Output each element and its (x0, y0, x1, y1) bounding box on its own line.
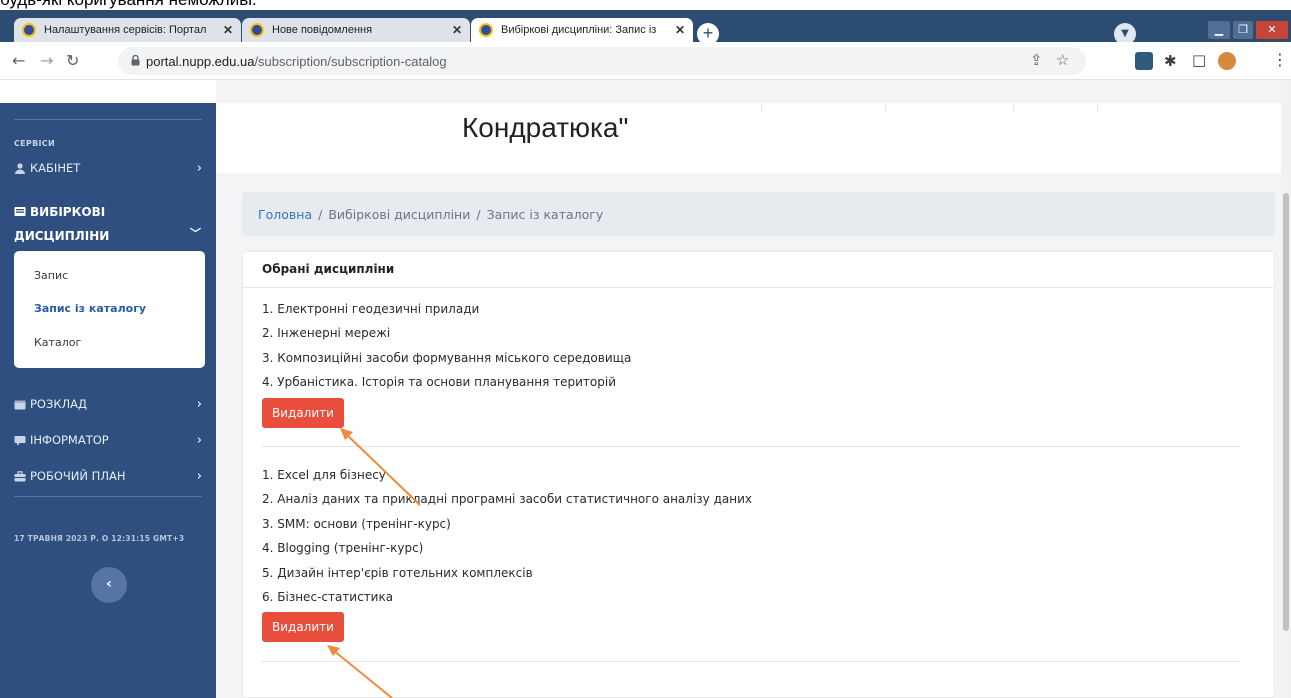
sidebar-divider (14, 496, 202, 497)
header-divider (1013, 103, 1014, 111)
card-title: Обрані дисципліни (243, 252, 1274, 288)
maximize-window-icon[interactable]: ❐ (1232, 20, 1254, 40)
main-content: Кондратюка" Головна / Вибіркові дисциплі… (216, 80, 1281, 698)
discipline-list-item: 3. Композиційні засоби формування місько… (262, 350, 632, 365)
overlay-caption-strip: будь-які коригування неможливі. (0, 0, 1291, 10)
book-icon (14, 207, 26, 216)
sidebar-submenu: Запис Запис із каталогу Каталог (14, 251, 205, 368)
tab-title: Нове повідомлення (272, 24, 373, 36)
chevron-down-icon: ﹀ (190, 227, 201, 240)
page-title: Кондратюка" (462, 112, 629, 143)
share-icon[interactable]: ⇪ (1030, 51, 1043, 69)
bookmark-star-icon[interactable]: ☆ (1056, 51, 1069, 69)
chevron-right-icon: › (196, 397, 202, 412)
sidebar-divider (14, 119, 202, 120)
browser-tab-2[interactable]: Нове повідомлення ✕ (242, 18, 470, 42)
browser-menu-icon[interactable]: ⋮ (1272, 50, 1288, 69)
breadcrumb-separator: / (476, 206, 481, 222)
calendar-icon (14, 400, 26, 409)
side-panel-icon[interactable]: □ (1192, 51, 1206, 69)
close-window-icon[interactable]: ✕ (1255, 20, 1289, 40)
breadcrumb: Головна / Вибіркові дисципліни / Запис і… (242, 192, 1275, 236)
tab-title: Вибіркові дисципліни: Запис із (501, 24, 657, 36)
chevron-right-icon: › (196, 433, 202, 448)
scrollbar-thumb[interactable] (1283, 193, 1289, 631)
discipline-list-item: 6. Бізнес-статистика (262, 590, 394, 605)
discipline-list-item: 2. Аналіз даних та прикладні програмні з… (262, 492, 752, 507)
chevron-right-icon: › (196, 469, 202, 484)
url-host: portal.nupp.edu.ua (146, 53, 255, 69)
group-divider (262, 446, 1240, 447)
reload-icon[interactable]: ↻ (66, 51, 79, 70)
tab-title: Налаштування сервісів: Портал (44, 24, 207, 36)
sidebar-item-informer[interactable]: ІНФОРМАТОР › (14, 433, 204, 448)
chat-icon (14, 435, 26, 445)
header-divider (1097, 103, 1098, 111)
sidebar-item-label: ІНФОРМАТОР (30, 433, 109, 447)
user-icon (15, 162, 25, 174)
briefcase-icon (14, 470, 26, 481)
sidebar-item-work-plan[interactable]: РОБОЧИЙ ПЛАН › (14, 469, 204, 484)
current-datetime: 17 ТРАВНЯ 2023 Р. О 12:31:15 GMT+3 (14, 534, 185, 543)
site-favicon-icon (250, 23, 264, 37)
breadcrumb-separator: / (318, 206, 323, 222)
group-divider (262, 661, 1240, 662)
discipline-list-item: 1. Excel для бізнесу (262, 468, 386, 482)
delete-group-1-button[interactable]: Видалити (262, 397, 344, 428)
header-divider (761, 103, 762, 111)
extensions-puzzle-icon[interactable]: ✱ (1164, 52, 1177, 70)
discipline-group-2: 1. Excel для бізнесу 2. Аналіз даних та … (262, 463, 1240, 643)
sidebar: СЕРВІСИ КАБІНЕТ › ВИБІРКОВІ ДИСЦИПЛІНИ ﹀… (0, 103, 216, 698)
sidebar-section-heading: СЕРВІСИ (14, 139, 55, 148)
breadcrumb-item: Вибіркові дисципліни (328, 206, 471, 222)
selected-disciplines-card: Обрані дисципліни 1. Електронні геодезич… (242, 251, 1275, 698)
extension-icon[interactable] (1135, 52, 1153, 70)
breadcrumb-current: Запис із каталогу (486, 206, 604, 222)
browser-tab-3-active[interactable]: Вибіркові дисципліни: Запис із ✕ (471, 18, 693, 42)
sidebar-item-label: ВИБІРКОВІ (30, 205, 106, 219)
sidebar-item-label: РОБОЧИЙ ПЛАН (30, 469, 126, 483)
discipline-list-item: 2. Інженерні мережі (262, 326, 391, 341)
submenu-item-catalog[interactable]: Каталог (34, 336, 81, 349)
header-divider (885, 103, 886, 111)
discipline-list-item: 3. SMM: основи (тренінг-курс) (262, 516, 451, 531)
close-tab-icon[interactable]: ✕ (675, 23, 685, 37)
breadcrumb-home-link[interactable]: Головна (258, 207, 312, 222)
minimize-window-icon[interactable]: ▁ (1207, 20, 1231, 40)
discipline-list-item: 5. Дизайн інтер'єрів готельних комплексі… (262, 565, 533, 580)
collapse-sidebar-button[interactable]: ‹ (91, 567, 127, 603)
site-favicon-icon (479, 23, 493, 37)
sidebar-item-cabinet[interactable]: КАБІНЕТ › (14, 161, 204, 176)
site-favicon-icon (22, 23, 36, 37)
discipline-group-1: 1. Електронні геодезичні прилади 2. Інже… (262, 297, 1240, 428)
lock-icon (131, 55, 140, 66)
submenu-item-enroll-from-catalog[interactable]: Запис із каталогу (34, 302, 146, 315)
address-bar[interactable]: portal.nupp.edu.ua/subscription/subscrip… (118, 47, 1086, 75)
discipline-list-item: 1. Електронні геодезичні прилади (262, 302, 480, 316)
profile-avatar[interactable] (1218, 52, 1236, 70)
discipline-list-item: 4. Blogging (тренінг-курс) (262, 541, 424, 556)
sidebar-item-label: КАБІНЕТ (30, 161, 81, 175)
browser-toolbar: ← → ↻ portal.nupp.edu.ua/subscription/su… (0, 42, 1291, 80)
overlay-caption: будь-які коригування неможливі. (0, 0, 257, 10)
forward-icon[interactable]: → (40, 51, 53, 70)
sidebar-item-label-line2: ДИСЦИПЛІНИ (14, 229, 110, 243)
back-icon[interactable]: ← (12, 51, 25, 70)
close-tab-icon[interactable]: ✕ (223, 23, 233, 37)
sidebar-item-schedule[interactable]: РОЗКЛАД › (14, 397, 204, 412)
browser-tab-1[interactable]: Налаштування сервісів: Портал ✕ (14, 18, 241, 42)
discipline-list-item: 4. Урбаністика. Історія та основи планув… (262, 375, 617, 390)
submenu-item-enroll[interactable]: Запис (34, 269, 68, 282)
close-tab-icon[interactable]: ✕ (452, 23, 462, 37)
sidebar-item-electives[interactable]: ВИБІРКОВІ ДИСЦИПЛІНИ ﹀ (14, 200, 204, 248)
chevron-right-icon: › (196, 161, 202, 176)
page-header: Кондратюка" (216, 103, 1281, 173)
delete-group-2-button[interactable]: Видалити (262, 612, 344, 643)
sidebar-item-label: РОЗКЛАД (30, 397, 88, 411)
browser-tab-strip: Налаштування сервісів: Портал ✕ Нове пов… (0, 10, 1291, 45)
url-path: /subscription/subscription-catalog (254, 53, 447, 69)
